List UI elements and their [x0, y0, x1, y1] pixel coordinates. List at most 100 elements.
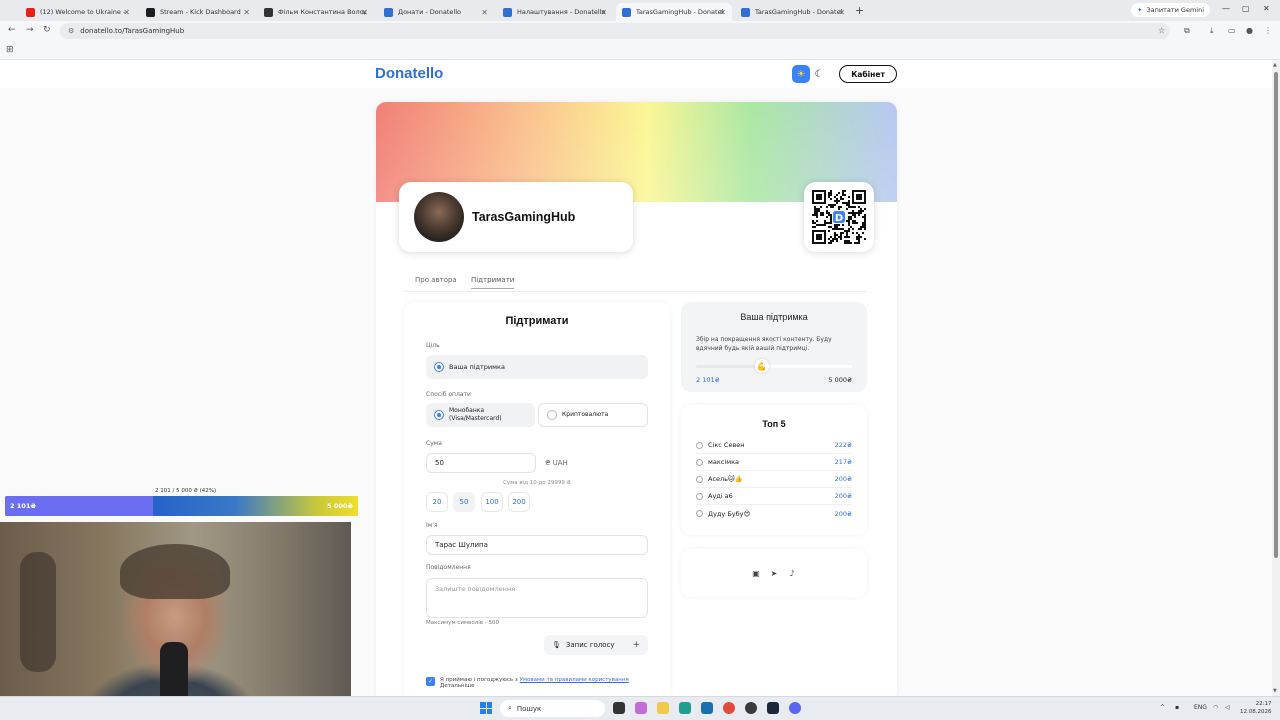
telegram-icon[interactable]: ➤ [769, 568, 779, 578]
browser-tab[interactable]: Налаштування - Donatello ✕ [497, 3, 613, 21]
apps-icon[interactable]: ⊞ [6, 45, 14, 55]
taskbar-clock[interactable]: 22:17 12.08.2026 [1240, 700, 1272, 717]
moon-icon[interactable]: ☾ [810, 65, 828, 83]
gemini-button[interactable]: ✦ Запитати Gemini [1131, 3, 1211, 17]
bookmark-star-icon[interactable]: ☆ [1158, 26, 1165, 35]
url-input[interactable]: ⚙ donatello.to/TarasGamingHub [60, 23, 1170, 39]
menu-icon[interactable]: ⋮ [1264, 26, 1272, 35]
start-button[interactable] [480, 702, 492, 714]
browser-tab[interactable]: TarasGamingHub - Donatello ✕ [616, 3, 732, 21]
goal-label: Ціль [426, 342, 440, 349]
preset-100[interactable]: 100 [481, 492, 503, 512]
new-tab-button[interactable]: + [855, 4, 864, 17]
preset-50[interactable]: 50 [453, 492, 475, 512]
voice-record-button[interactable]: 🎙 Запис голосу + [544, 635, 648, 655]
donor-amount: 200₴ [834, 492, 852, 500]
tab-support[interactable]: Підтримати [471, 276, 515, 289]
tray-chevron-icon[interactable]: ^ [1160, 704, 1165, 711]
obs-icon[interactable] [745, 702, 757, 714]
message-input[interactable]: Залиште повідомлення [426, 578, 648, 618]
payment-monobank-label: Монобанка (Visa/Mastercard) [449, 407, 502, 423]
profile-icon[interactable]: ● [1246, 26, 1253, 35]
webcam-person-head [120, 544, 230, 599]
back-icon[interactable]: ← [8, 25, 16, 35]
scroll-down-icon[interactable]: ▼ [1273, 688, 1277, 694]
close-tab-icon[interactable]: ✕ [123, 8, 130, 17]
close-tab-icon[interactable]: ✕ [719, 8, 726, 17]
donor-icon [696, 510, 703, 517]
terms-text: Я приймаю і погоджуюсь з Умовами та прав… [440, 677, 629, 689]
kick-icon [146, 7, 155, 17]
gemini-icon: ✦ [1137, 6, 1143, 14]
preset-20[interactable]: 20 [426, 492, 448, 512]
qr-code-icon: D [812, 190, 866, 244]
donate-form: Підтримати Ціль Ваша підтримка Спосіб оп… [404, 302, 670, 696]
cast-icon[interactable]: ▭ [1228, 26, 1236, 35]
forward-icon[interactable]: → [26, 25, 34, 35]
goal-current: 2 101₴ [696, 376, 720, 384]
scroll-up-icon[interactable]: ▲ [1273, 62, 1277, 68]
chrome-icon[interactable] [723, 702, 735, 714]
terms-agreement: ✓ Я приймаю і погоджуюсь з Умовами та пр… [426, 677, 629, 689]
close-window-button[interactable]: ✕ [1263, 4, 1270, 13]
tray-app-icon[interactable]: ▪ [1175, 704, 1179, 711]
terms-link[interactable]: Умовами та правилами користування [520, 677, 629, 683]
payment-monobank-line1: Монобанка [449, 407, 485, 415]
close-tab-icon[interactable]: ✕ [243, 8, 250, 17]
theme-toggle[interactable]: ☀ ☾ [792, 65, 830, 83]
cabinet-button[interactable]: Кабінет [839, 65, 897, 83]
browser-tab-label: TarasGamingHub - Donatello [636, 8, 724, 16]
wifi-icon[interactable]: ◠ [1213, 704, 1218, 711]
stream-goal-current: 2 101₴ [10, 502, 36, 510]
browser-tab[interactable]: TarasGamingHub - Donatello ✕ [735, 3, 851, 21]
browser-tab[interactable]: Донати - Donatello ✕ [378, 3, 494, 21]
task-view-icon[interactable] [613, 702, 625, 714]
browser-tab[interactable]: Stream - Kick Dashboard ✕ [140, 3, 256, 21]
payment-monobank[interactable]: Монобанка (Visa/Mastercard) [426, 403, 535, 427]
site-info-icon[interactable]: ⚙ [68, 27, 74, 35]
close-tab-icon[interactable]: ✕ [361, 8, 368, 17]
goal-option[interactable]: Ваша підтримка [426, 355, 648, 379]
copilot-icon[interactable] [635, 702, 647, 714]
store-icon[interactable] [701, 702, 713, 714]
terms-details-link[interactable]: Детальніше [440, 683, 475, 689]
sun-icon[interactable]: ☀ [792, 65, 810, 83]
list-item: Сікс Севен 222₴ [696, 437, 852, 454]
twitch-icon[interactable]: ▣ [751, 568, 761, 578]
qr-code[interactable]: D [804, 182, 874, 252]
donor-amount: 200₴ [834, 509, 852, 518]
browser-tab[interactable]: Фільм Константина Володар✕ [258, 3, 374, 21]
terms-checkbox[interactable]: ✓ [426, 677, 435, 686]
preset-200[interactable]: 200 [508, 492, 530, 512]
webcam-guitar [20, 552, 56, 672]
sum-input[interactable]: 50 [426, 453, 536, 473]
tab-about[interactable]: Про автора [415, 276, 457, 288]
close-tab-icon[interactable]: ✕ [838, 8, 845, 17]
discord-icon[interactable] [789, 702, 801, 714]
taskbar-search[interactable]: ⌕ Пошук [500, 700, 605, 717]
max-chars-hint: Максимум символів - 500 [426, 620, 499, 626]
browser-tab[interactable]: (12) Welcome to Ukraine - YouT✕ [20, 3, 136, 21]
tiktok-icon[interactable]: ♪ [787, 568, 797, 578]
extensions-icon[interactable]: ⧉ [1184, 26, 1190, 36]
payment-label: Спосіб оплати [426, 391, 471, 398]
top5-card: Топ 5 Сікс Севен 222₴ максімка 217₴ Асел… [681, 405, 867, 535]
payment-crypto[interactable]: Криптовалюта [538, 403, 648, 427]
volume-icon[interactable]: ◁ [1225, 704, 1230, 711]
reload-icon[interactable]: ↻ [43, 25, 51, 35]
edge-icon[interactable] [679, 702, 691, 714]
donatello-icon [384, 7, 393, 17]
close-tab-icon[interactable]: ✕ [600, 8, 607, 17]
maximize-button[interactable]: ▢ [1242, 4, 1250, 13]
tray-language[interactable]: ENG [1194, 704, 1207, 711]
scrollbar-thumb[interactable] [1274, 72, 1278, 558]
file-explorer-icon[interactable] [657, 702, 669, 714]
minimize-button[interactable]: — [1222, 4, 1230, 13]
site-logo[interactable]: Donatello [375, 65, 443, 82]
close-tab-icon[interactable]: ✕ [481, 8, 488, 17]
download-icon[interactable]: ⤓ [1210, 26, 1214, 36]
avatar [414, 192, 464, 242]
name-input[interactable]: Тарас Шулипа [426, 535, 648, 555]
steam-icon[interactable] [767, 702, 779, 714]
page-scrollbar[interactable]: ▲ ▼ [1272, 60, 1280, 696]
